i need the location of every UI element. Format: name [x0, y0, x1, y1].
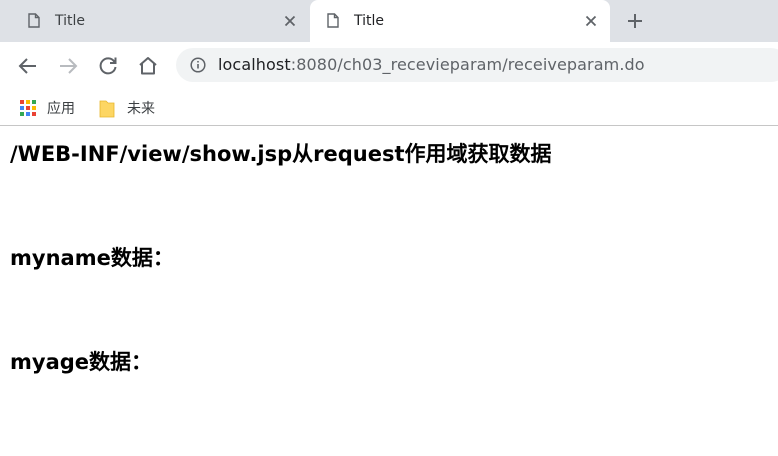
tab-inactive[interactable]: Title	[0, 0, 309, 42]
myname-label: myname数据：	[10, 246, 174, 270]
apps-grid-icon	[20, 100, 36, 116]
tab-strip: Title Title	[0, 0, 778, 42]
tab-title: Title	[354, 13, 385, 29]
bookmarks-bar: 应用 未来	[0, 90, 778, 126]
page-content: /WEB-INF/view/show.jsp从request作用域获取数据 my…	[0, 127, 778, 456]
info-icon[interactable]	[190, 57, 206, 73]
document-icon	[327, 13, 339, 28]
url-text[interactable]: localhost:8080/ch03_recevieparam/receive…	[218, 55, 645, 75]
forward-arrow-icon[interactable]	[56, 54, 80, 78]
back-arrow-icon[interactable]	[16, 54, 40, 78]
reload-icon[interactable]	[96, 54, 120, 78]
bookmark-apps[interactable]: 应用	[19, 96, 75, 120]
url-host: localhost	[218, 55, 291, 74]
tab-active[interactable]: Title	[310, 0, 610, 42]
browser-toolbar: localhost:8080/ch03_recevieparam/receive…	[0, 42, 778, 90]
address-bar[interactable]: localhost:8080/ch03_recevieparam/receive…	[176, 48, 778, 82]
url-path: :8080/ch03_recevieparam/receiveparam.do	[290, 55, 645, 74]
tab-title: Title	[55, 13, 86, 29]
home-icon[interactable]	[136, 54, 160, 78]
bookmark-label: 未来	[127, 101, 155, 117]
bookmark-folder[interactable]: 未来	[99, 96, 155, 120]
close-tab-icon[interactable]	[582, 12, 600, 30]
bookmark-label: 应用	[47, 101, 75, 117]
close-tab-icon[interactable]	[281, 12, 299, 30]
new-tab-plus-icon[interactable]	[625, 11, 645, 31]
myage-label: myage数据：	[10, 350, 153, 374]
document-icon	[28, 13, 40, 28]
page-heading: /WEB-INF/view/show.jsp从request作用域获取数据	[10, 142, 552, 166]
folder-icon	[99, 100, 115, 117]
